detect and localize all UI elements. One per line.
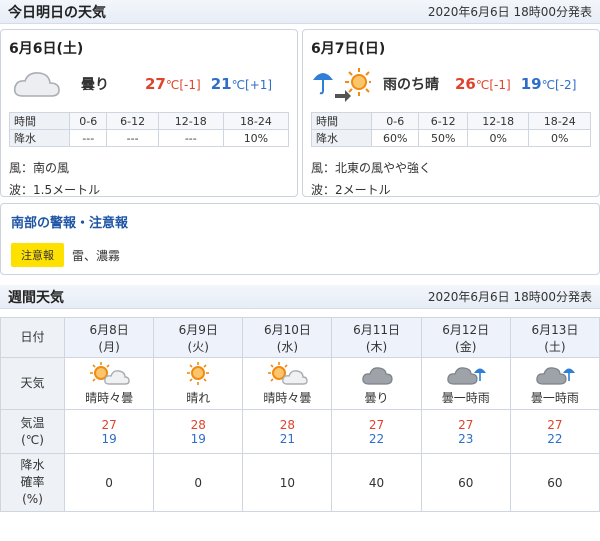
warning-badge: 注意報 — [11, 243, 64, 267]
week-date-cell: 6月10日 (水) — [242, 317, 333, 358]
rain-header-time: 時間 — [9, 112, 70, 130]
rain-header: 0-6 — [68, 112, 108, 130]
today-section-issued: 2020年6月6日 18時00分発表 — [427, 5, 592, 19]
rain-table: 時間 0-6 6-12 12-18 18-24 降水 60% 50% 0% 0% — [311, 112, 591, 147]
umbrella-then-sun-icon — [311, 64, 373, 104]
sun-icon — [174, 361, 222, 387]
week-rain-cell: 10 — [242, 453, 333, 512]
rain-header: 0-6 — [370, 112, 420, 130]
week-rain-cell: 0 — [153, 453, 244, 512]
week-temp-cell: 27 22 — [331, 409, 422, 454]
rain-header: 18-24 — [528, 112, 591, 130]
week-temp-cell: 27 23 — [420, 409, 511, 454]
week-rain-cell: 0 — [63, 453, 155, 512]
week-weather-cell: 曇一時雨 — [420, 357, 511, 410]
day-card-today: 6月6日(土) 曇り 27℃[-1] 21℃[+1] 時間 0-6 6-12 1… — [0, 29, 298, 197]
warning-box: 南部の警報・注意報 注意報 雷、濃霧 — [0, 203, 600, 275]
week-weather-label: 晴時々曇 — [263, 391, 312, 405]
week-weather-label: 晴時々曇 — [85, 391, 134, 405]
rain-header: 12-18 — [466, 112, 530, 130]
week-date-cell: 6月11日 (木) — [331, 317, 422, 358]
rain-header-time: 時間 — [311, 112, 372, 130]
today-cards: 6月6日(土) 曇り 27℃[-1] 21℃[+1] 時間 0-6 6-12 1… — [0, 24, 600, 197]
rain-value: --- — [106, 129, 159, 147]
row-label-date: 日付 — [0, 317, 65, 358]
warning-text: 雷、濃霧 — [72, 248, 121, 263]
row-label-weather: 天気 — [0, 357, 65, 410]
rain-label: 降水 — [9, 129, 70, 147]
week-weather-cell: 晴時々曇 — [242, 357, 333, 410]
rain-label: 降水 — [311, 129, 372, 147]
day-high: 26℃[-1] — [455, 75, 511, 93]
day-low: 19℃[-2] — [520, 75, 577, 93]
weekly-table: 日付 6月8日 (月) 6月9日 (火) 6月10日 (水) 6月11日 (木) 6月1… — [0, 317, 600, 512]
rain-value: --- — [68, 129, 108, 147]
rain-value: 0% — [466, 129, 530, 147]
rain-header: 6-12 — [418, 112, 468, 130]
day-weather: 雨のち晴 — [383, 77, 439, 93]
week-rain-cell: 60 — [420, 453, 511, 512]
week-weather-label: 曇り — [364, 391, 389, 405]
week-weather-label: 曇一時雨 — [441, 391, 490, 405]
week-weather-cell: 曇一時雨 — [509, 357, 600, 410]
week-weather-cell: 晴時々曇 — [63, 357, 155, 410]
day-card-tomorrow: 6月7日(日) 雨のち晴 26℃[-1] 19℃[-2] 時間 0-6 6-12… — [302, 29, 600, 197]
day-wind: 風：南の風 — [9, 161, 70, 175]
rain-header: 6-12 — [106, 112, 159, 130]
sun-cloud-icon — [85, 361, 133, 387]
rain-table: 時間 0-6 6-12 12-18 18-24 降水 --- --- --- 1… — [9, 112, 290, 147]
week-date-cell: 6月9日 (火) — [153, 317, 244, 358]
day-high: 27℃[-1] — [145, 75, 201, 93]
day-date: 6月7日(日) — [311, 41, 386, 57]
rain-value: 10% — [222, 129, 290, 147]
week-rain-cell: 60 — [509, 453, 600, 512]
week-weather-label: 曇一時雨 — [530, 391, 579, 405]
row-label-rain: 降水 確率 (%) — [0, 453, 65, 512]
day-low: 21℃[+1] — [210, 75, 273, 93]
week-weather-cell: 晴れ — [153, 357, 244, 410]
weekly-section-issued: 2020年6月6日 18時00分発表 — [427, 290, 592, 304]
week-date-cell: 6月8日 (月) — [63, 317, 155, 358]
week-date-cell: 6月13日 (土) — [509, 317, 600, 358]
day-weather: 曇り — [81, 77, 109, 93]
today-section-title: 今日明日の天気 — [8, 4, 106, 21]
rain-value: 0% — [528, 129, 591, 147]
cloud-icon — [9, 64, 69, 104]
week-temp-cell: 27 19 — [63, 409, 155, 454]
cloud-icon — [353, 361, 401, 387]
day-date: 6月6日(土) — [9, 41, 84, 57]
sun-cloud-icon — [263, 361, 311, 387]
week-rain-cell: 40 — [331, 453, 422, 512]
rain-header: 12-18 — [157, 112, 224, 130]
cloud-umbrella-icon — [531, 361, 579, 387]
row-label-temp: 気温 (℃) — [0, 409, 65, 454]
rain-value: 60% — [370, 129, 420, 147]
rain-value: 50% — [418, 129, 468, 147]
week-date-cell: 6月12日 (金) — [420, 317, 511, 358]
week-temp-cell: 28 21 — [242, 409, 333, 454]
day-wind: 風：北東の風やや強く — [311, 161, 432, 175]
week-temp-cell: 28 19 — [153, 409, 244, 454]
day-wave: 波：2メートル — [311, 183, 391, 197]
week-weather-cell: 曇り — [331, 357, 422, 410]
rain-value: --- — [157, 129, 224, 147]
day-wave: 波：1.5メートル — [9, 183, 101, 197]
weekly-section-title: 週間天気 — [8, 289, 64, 306]
week-weather-label: 晴れ — [186, 391, 211, 405]
warning-title-link[interactable]: 南部の警報・注意報 — [11, 212, 589, 231]
cloud-umbrella-icon — [442, 361, 490, 387]
rain-header: 18-24 — [222, 112, 290, 130]
today-section-header: 今日明日の天気 2020年6月6日 18時00分発表 — [0, 0, 600, 24]
weekly-section-header: 週間天気 2020年6月6日 18時00分発表 — [0, 285, 600, 309]
week-temp-cell: 27 22 — [509, 409, 600, 454]
